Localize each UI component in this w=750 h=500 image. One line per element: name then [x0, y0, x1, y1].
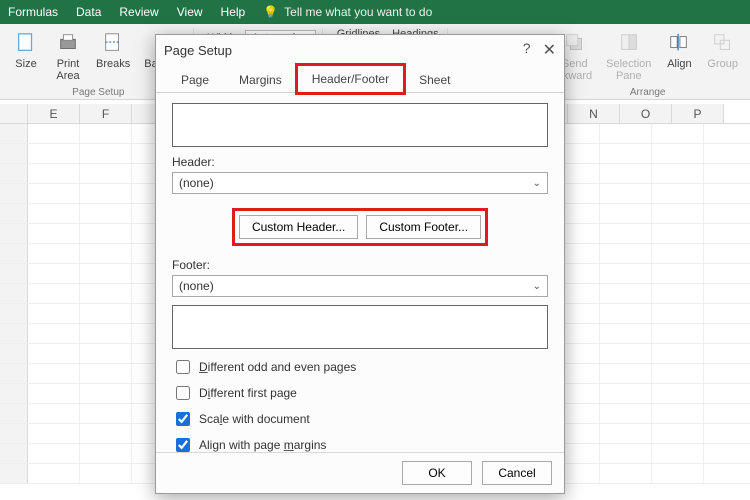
- size-button[interactable]: Size: [10, 28, 42, 72]
- ribbon-tab-data[interactable]: Data: [76, 5, 101, 19]
- col-header[interactable]: O: [620, 104, 672, 123]
- tab-margins[interactable]: Margins: [224, 66, 297, 93]
- ribbon-tab-view[interactable]: View: [177, 5, 203, 19]
- dialog-title: Page Setup: [164, 43, 232, 58]
- header-dropdown-value: (none): [179, 176, 214, 190]
- diff-first-checkbox[interactable]: Different first page: [172, 383, 548, 403]
- footer-dropdown[interactable]: (none) ⌄: [172, 275, 548, 297]
- breaks-icon: [99, 30, 127, 56]
- footer-preview: [172, 305, 548, 349]
- col-header[interactable]: N: [568, 104, 620, 123]
- cancel-button[interactable]: Cancel: [482, 461, 552, 485]
- col-header[interactable]: E: [28, 104, 80, 123]
- tab-page[interactable]: Page: [166, 66, 224, 93]
- checkbox-input[interactable]: [176, 386, 190, 400]
- diff-first-label: fferent first page: [210, 386, 297, 400]
- ribbon-tab-formulas[interactable]: Formulas: [8, 5, 58, 19]
- ribbon-tab-review[interactable]: Review: [119, 5, 158, 19]
- diff-odd-even-checkbox[interactable]: Different odd and even pages: [172, 357, 548, 377]
- tab-sheet[interactable]: Sheet: [404, 66, 465, 93]
- header-label: Header:: [172, 155, 548, 169]
- dialog-tabs: Page Margins Header/Footer Sheet: [156, 65, 564, 93]
- checkbox-input[interactable]: [176, 412, 190, 426]
- custom-header-button[interactable]: Custom Header...: [239, 215, 358, 239]
- diff-odd-even-label: ifferent odd and even pages: [208, 360, 357, 374]
- breaks-button[interactable]: Breaks: [94, 28, 132, 72]
- group-icon: [709, 30, 737, 56]
- tell-me-search[interactable]: 💡 Tell me what you want to do: [263, 5, 432, 19]
- print-area-button[interactable]: Print Area: [52, 28, 84, 84]
- chevron-down-icon: ⌄: [533, 178, 541, 189]
- print-area-label: Print Area: [56, 58, 79, 82]
- chevron-down-icon: ⌄: [533, 281, 541, 292]
- tab-header-footer[interactable]: Header/Footer: [297, 65, 404, 93]
- align-margins-label: argins: [294, 438, 327, 452]
- align-icon: [665, 30, 693, 56]
- print-area-icon: [54, 30, 82, 56]
- col-header[interactable]: F: [80, 104, 132, 123]
- breaks-label: Breaks: [96, 58, 130, 70]
- ribbon-tab-help[interactable]: Help: [221, 5, 246, 19]
- help-icon[interactable]: ?: [523, 40, 531, 60]
- group-label: Group: [707, 58, 738, 70]
- page-setup-group-label: Page Setup: [72, 87, 124, 100]
- size-label: Size: [15, 58, 36, 70]
- selection-pane-icon: [615, 30, 643, 56]
- header-preview: [172, 103, 548, 147]
- footer-dropdown-value: (none): [179, 279, 214, 293]
- selection-pane-label: Selection Pane: [606, 58, 651, 82]
- scale-doc-label: e with document: [222, 412, 309, 426]
- header-dropdown[interactable]: (none) ⌄: [172, 172, 548, 194]
- tell-me-label: Tell me what you want to do: [284, 5, 432, 19]
- ribbon-tab-strip: Formulas Data Review View Help 💡 Tell me…: [0, 0, 750, 24]
- align-button[interactable]: Align: [663, 28, 695, 72]
- scale-doc-checkbox[interactable]: Scale with document: [172, 409, 548, 429]
- align-margins-checkbox[interactable]: Align with page margins: [172, 435, 548, 452]
- footer-label: Footer:: [172, 258, 548, 272]
- arrange-group-label: Arrange: [630, 87, 666, 100]
- custom-buttons-highlight: Custom Header... Custom Footer...: [232, 208, 488, 246]
- checkbox-input[interactable]: [176, 360, 190, 374]
- custom-footer-button[interactable]: Custom Footer...: [366, 215, 481, 239]
- dialog-titlebar[interactable]: Page Setup ? ✕: [156, 35, 564, 65]
- checkbox-input[interactable]: [176, 438, 190, 452]
- size-icon: [12, 30, 40, 56]
- page-setup-dialog: Page Setup ? ✕ Page Margins Header/Foote…: [155, 34, 565, 494]
- align-label: Align: [667, 58, 691, 70]
- col-header[interactable]: P: [672, 104, 724, 123]
- group-button: Group: [705, 28, 740, 72]
- close-icon[interactable]: ✕: [543, 40, 556, 60]
- select-all-corner[interactable]: [0, 104, 28, 123]
- lightbulb-icon: 💡: [263, 5, 278, 19]
- ok-button[interactable]: OK: [402, 461, 472, 485]
- selection-pane-button: Selection Pane: [604, 28, 653, 84]
